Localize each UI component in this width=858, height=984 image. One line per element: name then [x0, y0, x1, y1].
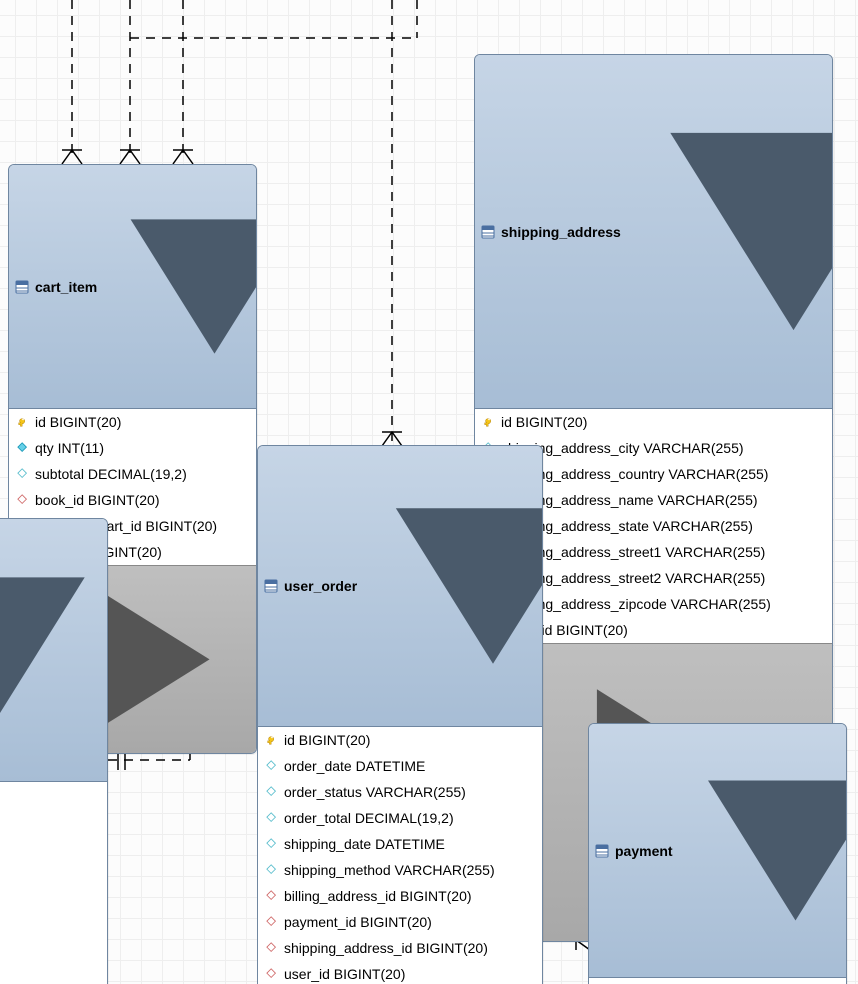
fk-icon	[266, 916, 278, 928]
table-icon	[481, 225, 495, 239]
fk-icon	[266, 890, 278, 902]
entity-left-partial[interactable]: HAR(255) ARCHAR(255) RCHAR(255) RCHAR(25…	[0, 518, 108, 984]
column-label: ARCHAR(255)	[0, 813, 99, 829]
key-icon	[483, 416, 495, 428]
type-icon	[266, 812, 278, 824]
entity-header[interactable]: shipping_address	[475, 55, 832, 409]
column-label: RCHAR(255)	[0, 839, 99, 855]
column-row[interactable]: RCHAR(255)	[0, 834, 107, 860]
column-label: shipping_address_name VARCHAR(255)	[501, 492, 824, 508]
column-row[interactable]: RCHAR(255)	[0, 860, 107, 886]
columns-list: id BIGINT(20) card_number VARCHAR(255) c…	[589, 978, 846, 984]
column-label: shipping_address_id BIGINT(20)	[284, 940, 534, 956]
column-row[interactable]	[0, 938, 107, 960]
entity-header[interactable]	[0, 519, 107, 782]
column-row[interactable]: subtotal DECIMAL(19,2)	[9, 461, 256, 487]
columns-list: id BIGINT(20) order_date DATETIME order_…	[258, 727, 542, 984]
entity-header[interactable]: payment	[589, 724, 846, 978]
column-row[interactable]: id BIGINT(20)	[589, 978, 846, 984]
entity-user-order[interactable]: user_order id BIGINT(20) order_date DATE…	[257, 445, 543, 984]
entity-title: payment	[615, 843, 673, 859]
column-label: billing_address_id BIGINT(20)	[284, 888, 534, 904]
column-label: order_total DECIMAL(19,2)	[284, 810, 534, 826]
type-icon	[17, 468, 29, 480]
column-row[interactable]: ARCHAR(255)	[0, 912, 107, 938]
fk-icon	[266, 942, 278, 954]
entity-header[interactable]: cart_item	[9, 165, 256, 409]
column-row[interactable]: user_id BIGINT(20)	[258, 961, 542, 984]
column-row[interactable]: billing_address_id BIGINT(20)	[258, 883, 542, 909]
column-row[interactable]: order_total DECIMAL(19,2)	[258, 805, 542, 831]
collapse-icon	[357, 450, 543, 722]
type-icon	[17, 442, 29, 454]
entity-title: user_order	[284, 578, 357, 594]
column-label: order_id BIGINT(20)	[501, 622, 824, 638]
column-row[interactable]: ARCHAR(255)	[0, 808, 107, 834]
entity-header[interactable]: user_order	[258, 446, 542, 727]
fk-icon	[266, 968, 278, 980]
key-icon	[17, 416, 29, 428]
column-label: qty INT(11)	[35, 440, 248, 456]
column-label: RCHAR(255)	[0, 865, 99, 881]
type-icon	[266, 786, 278, 798]
type-icon	[266, 760, 278, 772]
collapse-icon	[0, 523, 108, 777]
column-row[interactable]: HAR(255)	[0, 782, 107, 808]
column-label: id BIGINT(20)	[35, 414, 248, 430]
column-row[interactable]: id BIGINT(20)	[9, 409, 256, 435]
column-label: ARCHAR(255)	[0, 917, 99, 933]
column-label: order_status VARCHAR(255)	[284, 784, 534, 800]
column-label: order_date DATETIME	[284, 758, 534, 774]
column-row[interactable]: CHAR(255)	[0, 960, 107, 984]
column-row[interactable]: id BIGINT(20)	[475, 409, 832, 435]
column-label: shipping_method VARCHAR(255)	[284, 862, 534, 878]
column-row[interactable]: qty INT(11)	[9, 435, 256, 461]
column-label: shipping_address_state VARCHAR(255)	[501, 518, 824, 534]
entity-title: shipping_address	[501, 224, 621, 240]
column-row[interactable]: payment_id BIGINT(20)	[258, 909, 542, 935]
column-row[interactable]: id BIGINT(20)	[258, 727, 542, 753]
column-label: id BIGINT(20)	[501, 414, 824, 430]
column-row[interactable]: RCHAR(255)	[0, 886, 107, 912]
column-row[interactable]: shipping_method VARCHAR(255)	[258, 857, 542, 883]
column-row[interactable]: order_date DATETIME	[258, 753, 542, 779]
column-label: shipping_address_street2 VARCHAR(255)	[501, 570, 824, 586]
column-label: RCHAR(255)	[0, 891, 99, 907]
column-label: CHAR(255)	[0, 965, 99, 981]
column-label: payment_id BIGINT(20)	[284, 914, 534, 930]
column-label: user_id BIGINT(20)	[284, 966, 534, 982]
column-label: shipping_address_zipcode VARCHAR(255)	[501, 596, 824, 612]
type-icon	[266, 864, 278, 876]
collapse-icon	[621, 59, 833, 404]
column-label: subtotal DECIMAL(19,2)	[35, 466, 248, 482]
entity-title: cart_item	[35, 279, 97, 295]
table-icon	[264, 579, 278, 593]
fk-icon	[17, 494, 29, 506]
column-label: book_id BIGINT(20)	[35, 492, 248, 508]
column-label: shipping_address_city VARCHAR(255)	[501, 440, 824, 456]
collapse-icon	[97, 169, 257, 404]
column-row[interactable]: shipping_address_id BIGINT(20)	[258, 935, 542, 961]
table-icon	[595, 844, 609, 858]
type-icon	[266, 838, 278, 850]
collapse-icon	[673, 728, 847, 973]
column-row[interactable]: book_id BIGINT(20)	[9, 487, 256, 513]
key-icon	[266, 734, 278, 746]
column-label: HAR(255)	[0, 787, 99, 803]
column-label: shipping_date DATETIME	[284, 836, 534, 852]
entity-payment[interactable]: payment id BIGINT(20) card_number VARCHA…	[588, 723, 847, 984]
column-label: shipping_address_street1 VARCHAR(255)	[501, 544, 824, 560]
table-icon	[15, 280, 29, 294]
column-row[interactable]: shipping_date DATETIME	[258, 831, 542, 857]
columns-list: HAR(255) ARCHAR(255) RCHAR(255) RCHAR(25…	[0, 782, 107, 984]
column-label: shipping_address_country VARCHAR(255)	[501, 466, 824, 482]
column-row[interactable]: order_status VARCHAR(255)	[258, 779, 542, 805]
column-label: id BIGINT(20)	[284, 732, 534, 748]
